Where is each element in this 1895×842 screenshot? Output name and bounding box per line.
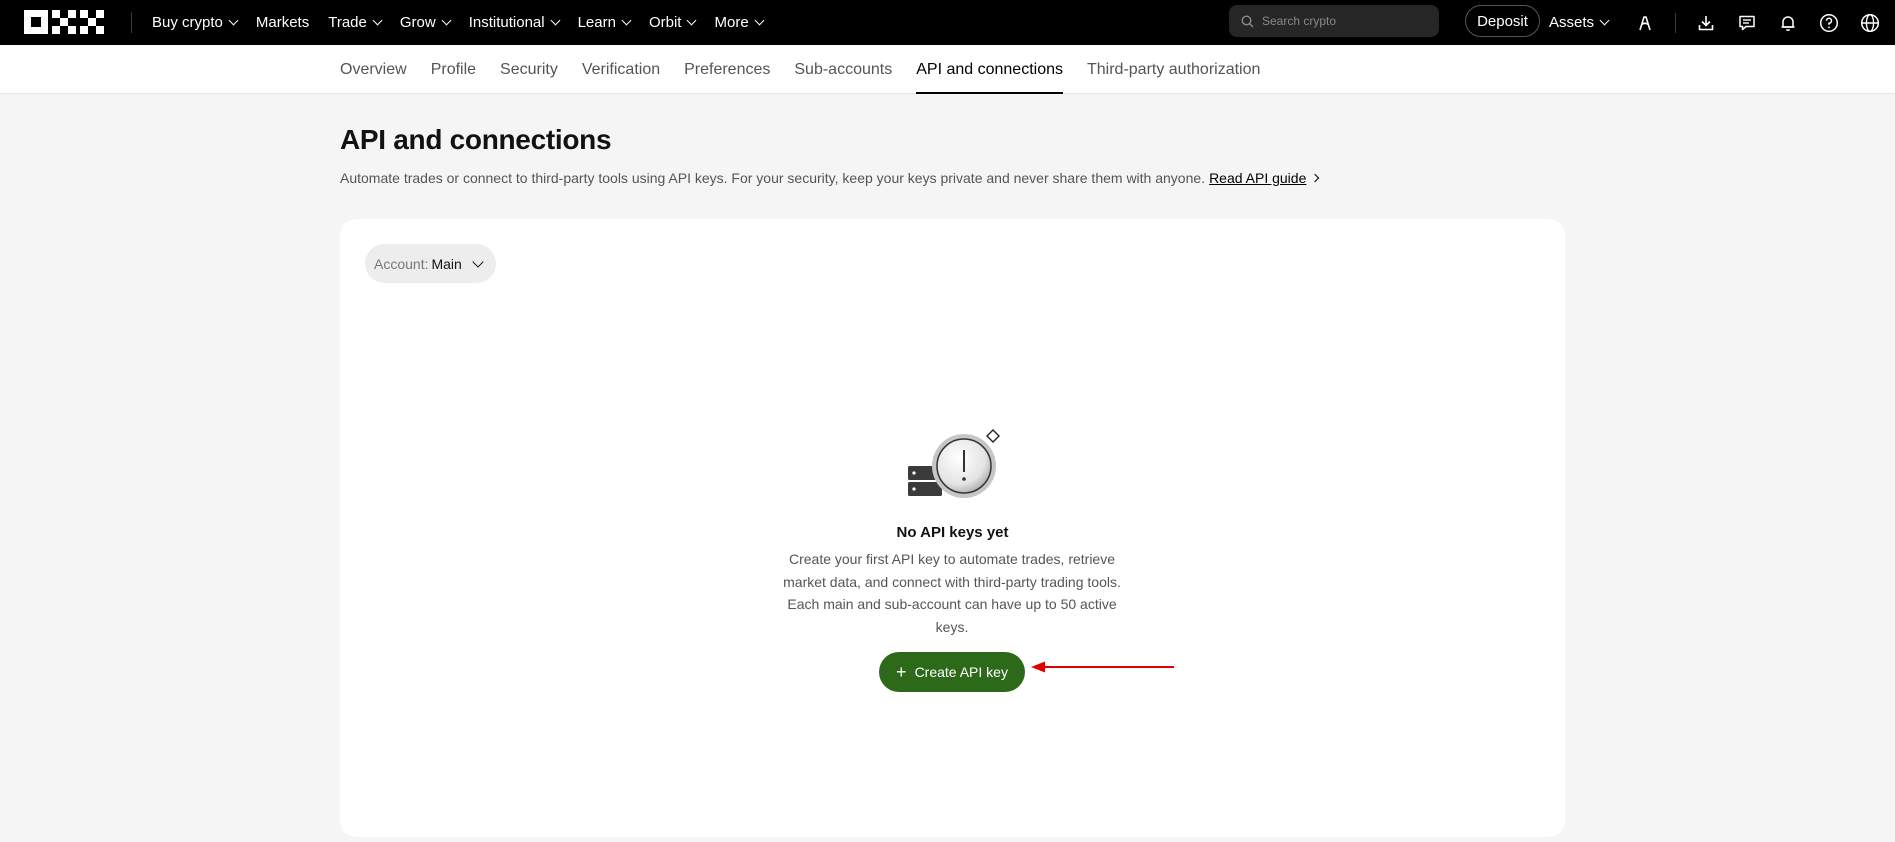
page-description: Automate trades or connect to third-part… [340, 170, 1320, 186]
nav-more[interactable]: More [714, 0, 765, 45]
create-api-key-button[interactable]: + Create API key [879, 652, 1025, 692]
nav-institutional[interactable]: Institutional [468, 0, 561, 45]
tab-verification[interactable]: Verification [582, 45, 660, 94]
tab-profile[interactable]: Profile [431, 45, 476, 94]
assets-menu[interactable]: Assets [1549, 0, 1610, 45]
divider [131, 12, 132, 33]
top-navbar: Buy crypto Markets Trade Grow Institutio… [0, 0, 1895, 45]
user-icon[interactable] [1634, 12, 1656, 34]
search-box[interactable] [1229, 5, 1439, 37]
nav-label: More [714, 14, 749, 31]
chevron-down-icon [550, 15, 561, 26]
help-icon[interactable] [1818, 12, 1840, 34]
chevron-down-icon [472, 255, 484, 268]
chevron-down-icon [1599, 15, 1610, 26]
download-icon[interactable] [1695, 12, 1717, 34]
assets-label: Assets [1549, 14, 1595, 31]
nav-label: Markets [255, 14, 310, 31]
nav-buy-crypto[interactable]: Buy crypto [152, 0, 239, 45]
tab-api-and-connections[interactable]: API and connections [916, 45, 1063, 94]
chat-icon[interactable] [1736, 12, 1758, 34]
nav-label: Buy crypto [152, 14, 223, 31]
globe-icon[interactable] [1859, 12, 1881, 34]
chevron-down-icon [687, 15, 697, 26]
deposit-button[interactable]: Deposit [1465, 5, 1540, 37]
search-input[interactable] [1262, 14, 1432, 28]
chevron-down-icon [621, 15, 632, 26]
account-value: Main [431, 255, 462, 272]
empty-state-illustration-icon [908, 429, 1000, 498]
nav-learn[interactable]: Learn [577, 0, 632, 45]
description-text: Automate trades or connect to third-part… [340, 170, 1206, 186]
bell-icon[interactable] [1777, 12, 1799, 34]
account-label: Account: [374, 255, 429, 272]
tab-third-party-authorization[interactable]: Third-party authorization [1087, 45, 1260, 94]
account-tabs: Overview Profile Security Verification P… [340, 45, 1284, 94]
read-api-guide-link[interactable]: Read API guide [1209, 170, 1320, 186]
chevron-right-icon [1311, 173, 1320, 183]
nav-markets[interactable]: Markets [256, 0, 309, 45]
divider [1675, 12, 1676, 33]
main-nav: Buy crypto Markets Trade Grow Institutio… [152, 0, 782, 45]
top-icons [1634, 0, 1881, 45]
nav-orbit[interactable]: Orbit [648, 0, 697, 45]
chevron-down-icon [372, 15, 383, 26]
create-api-key-label: Create API key [914, 664, 1008, 680]
account-subnav: Overview Profile Security Verification P… [0, 45, 1895, 94]
guide-link-label: Read API guide [1209, 170, 1307, 186]
tab-overview[interactable]: Overview [340, 45, 407, 94]
tab-preferences[interactable]: Preferences [684, 45, 770, 94]
chevron-down-icon [228, 15, 239, 26]
page-title: API and connections [340, 124, 612, 155]
tab-sub-accounts[interactable]: Sub-accounts [794, 45, 892, 94]
account-selector[interactable]: Account: Main [365, 244, 496, 283]
nav-label: Learn [577, 14, 616, 31]
chevron-down-icon [441, 15, 452, 26]
plus-icon: + [896, 662, 907, 682]
api-keys-card: Account: Main No API keys yet Create you… [340, 219, 1565, 837]
red-annotation-arrow-icon [1031, 661, 1174, 673]
tab-security[interactable]: Security [500, 45, 558, 94]
empty-state-title: No API keys yet [896, 524, 1009, 541]
chevron-down-icon [754, 15, 765, 26]
search-icon [1241, 14, 1254, 27]
nav-label: Trade [328, 14, 367, 31]
nav-label: Institutional [468, 14, 545, 31]
nav-grow[interactable]: Grow [399, 0, 452, 45]
nav-trade[interactable]: Trade [328, 0, 383, 45]
nav-label: Grow [399, 14, 436, 31]
okx-logo[interactable] [24, 10, 104, 34]
nav-label: Orbit [648, 14, 682, 31]
empty-state-description: Create your first API key to automate tr… [783, 551, 1121, 635]
